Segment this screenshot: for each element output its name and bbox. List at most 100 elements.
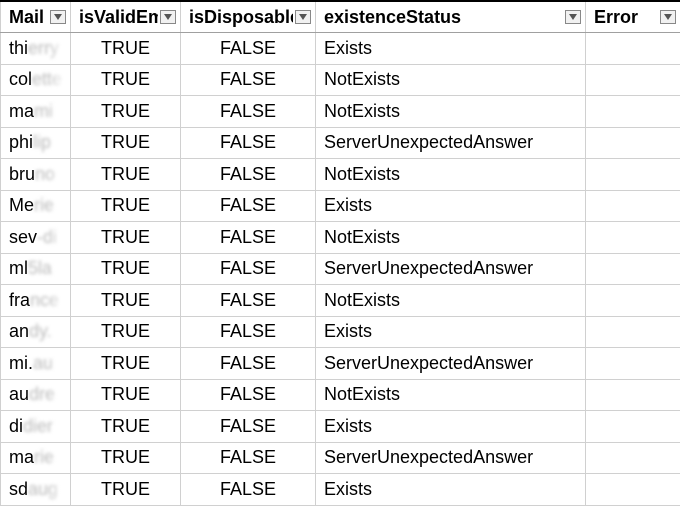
cell-isdisposable[interactable]: FALSE <box>181 348 316 380</box>
mail-text-fuzzy: mi <box>34 101 53 121</box>
cell-error[interactable] <box>586 253 680 285</box>
cell-mail[interactable]: philip <box>1 127 71 159</box>
cell-isvalidemail[interactable]: TRUE <box>71 222 181 254</box>
cell-mail[interactable]: andy. <box>1 316 71 348</box>
filter-dropdown-icon[interactable] <box>565 10 581 24</box>
cell-error[interactable] <box>586 190 680 222</box>
header-existencestatus[interactable]: existenceStatus <box>316 1 586 33</box>
cell-isvalidemail[interactable]: TRUE <box>71 442 181 474</box>
filter-dropdown-icon[interactable] <box>295 10 311 24</box>
cell-existencestatus[interactable]: NotExists <box>316 96 586 128</box>
cell-isvalidemail[interactable]: TRUE <box>71 411 181 443</box>
spreadsheet-table: Mail isValidEmail isDisposable <box>0 0 680 506</box>
mail-text-sharp: di <box>9 416 23 436</box>
cell-isdisposable[interactable]: FALSE <box>181 159 316 191</box>
cell-error[interactable] <box>586 474 680 506</box>
cell-isvalidemail[interactable]: TRUE <box>71 190 181 222</box>
cell-isdisposable[interactable]: FALSE <box>181 127 316 159</box>
filter-dropdown-icon[interactable] <box>160 10 176 24</box>
cell-isdisposable[interactable]: FALSE <box>181 96 316 128</box>
header-mail[interactable]: Mail <box>1 1 71 33</box>
header-isvalidemail[interactable]: isValidEmail <box>71 1 181 33</box>
cell-error[interactable] <box>586 316 680 348</box>
cell-isvalidemail[interactable]: TRUE <box>71 316 181 348</box>
cell-isdisposable[interactable]: FALSE <box>181 222 316 254</box>
cell-mail[interactable]: Merie <box>1 190 71 222</box>
cell-error[interactable] <box>586 411 680 443</box>
cell-error[interactable] <box>586 33 680 65</box>
cell-error[interactable] <box>586 96 680 128</box>
cell-mail[interactable]: colette <box>1 64 71 96</box>
cell-mail[interactable]: thierry <box>1 33 71 65</box>
header-isdisposable[interactable]: isDisposable <box>181 1 316 33</box>
filter-dropdown-icon[interactable] <box>660 10 676 24</box>
cell-existencestatus[interactable]: ServerUnexpectedAnswer <box>316 127 586 159</box>
cell-existencestatus[interactable]: Exists <box>316 33 586 65</box>
table-row: sdaugTRUEFALSEExists <box>1 474 680 506</box>
cell-mail[interactable]: mami <box>1 96 71 128</box>
table-row: ml5laTRUEFALSEServerUnexpectedAnswer <box>1 253 680 285</box>
cell-existencestatus[interactable]: NotExists <box>316 379 586 411</box>
cell-existencestatus[interactable]: NotExists <box>316 222 586 254</box>
cell-existencestatus[interactable]: NotExists <box>316 285 586 317</box>
cell-mail[interactable]: sdaug <box>1 474 71 506</box>
cell-error[interactable] <box>586 222 680 254</box>
cell-isvalidemail[interactable]: TRUE <box>71 64 181 96</box>
mail-text-fuzzy: nce <box>30 290 59 310</box>
table-body: thierryTRUEFALSEExistscoletteTRUEFALSENo… <box>1 33 680 506</box>
table-row: audreTRUEFALSENotExists <box>1 379 680 411</box>
cell-mail[interactable]: ml5la <box>1 253 71 285</box>
cell-isdisposable[interactable]: FALSE <box>181 379 316 411</box>
cell-existencestatus[interactable]: Exists <box>316 411 586 443</box>
cell-isdisposable[interactable]: FALSE <box>181 411 316 443</box>
cell-error[interactable] <box>586 64 680 96</box>
cell-isdisposable[interactable]: FALSE <box>181 474 316 506</box>
cell-existencestatus[interactable]: Exists <box>316 316 586 348</box>
cell-isdisposable[interactable]: FALSE <box>181 253 316 285</box>
cell-isdisposable[interactable]: FALSE <box>181 33 316 65</box>
cell-error[interactable] <box>586 285 680 317</box>
cell-error[interactable] <box>586 159 680 191</box>
table-row: sev-diTRUEFALSENotExists <box>1 222 680 254</box>
cell-mail[interactable]: bruno <box>1 159 71 191</box>
cell-isvalidemail[interactable]: TRUE <box>71 379 181 411</box>
cell-isvalidemail[interactable]: TRUE <box>71 253 181 285</box>
cell-isdisposable[interactable]: FALSE <box>181 316 316 348</box>
header-mail-label: Mail <box>9 7 48 28</box>
cell-isdisposable[interactable]: FALSE <box>181 285 316 317</box>
cell-error[interactable] <box>586 379 680 411</box>
cell-isvalidemail[interactable]: TRUE <box>71 33 181 65</box>
cell-isvalidemail[interactable]: TRUE <box>71 285 181 317</box>
cell-isdisposable[interactable]: FALSE <box>181 64 316 96</box>
cell-mail[interactable]: mi.au <box>1 348 71 380</box>
mail-text-fuzzy: aug <box>28 479 58 499</box>
cell-isvalidemail[interactable]: TRUE <box>71 127 181 159</box>
cell-error[interactable] <box>586 127 680 159</box>
cell-existencestatus[interactable]: NotExists <box>316 64 586 96</box>
header-error-label: Error <box>594 7 658 28</box>
cell-existencestatus[interactable]: ServerUnexpectedAnswer <box>316 253 586 285</box>
cell-mail[interactable]: france <box>1 285 71 317</box>
mail-text-fuzzy: dier <box>23 416 53 436</box>
cell-error[interactable] <box>586 442 680 474</box>
cell-isdisposable[interactable]: FALSE <box>181 190 316 222</box>
cell-isdisposable[interactable]: FALSE <box>181 442 316 474</box>
cell-mail[interactable]: audre <box>1 379 71 411</box>
cell-existencestatus[interactable]: NotExists <box>316 159 586 191</box>
cell-isvalidemail[interactable]: TRUE <box>71 474 181 506</box>
cell-isvalidemail[interactable]: TRUE <box>71 348 181 380</box>
cell-isvalidemail[interactable]: TRUE <box>71 96 181 128</box>
cell-mail[interactable]: didier <box>1 411 71 443</box>
header-error[interactable]: Error <box>586 1 680 33</box>
cell-mail[interactable]: marie <box>1 442 71 474</box>
cell-mail[interactable]: sev-di <box>1 222 71 254</box>
filter-dropdown-icon[interactable] <box>50 10 66 24</box>
cell-isvalidemail[interactable]: TRUE <box>71 159 181 191</box>
cell-existencestatus[interactable]: ServerUnexpectedAnswer <box>316 348 586 380</box>
cell-existencestatus[interactable]: Exists <box>316 190 586 222</box>
cell-error[interactable] <box>586 348 680 380</box>
table-row: didierTRUEFALSEExists <box>1 411 680 443</box>
mail-text-fuzzy: dy. <box>29 321 52 341</box>
cell-existencestatus[interactable]: Exists <box>316 474 586 506</box>
cell-existencestatus[interactable]: ServerUnexpectedAnswer <box>316 442 586 474</box>
